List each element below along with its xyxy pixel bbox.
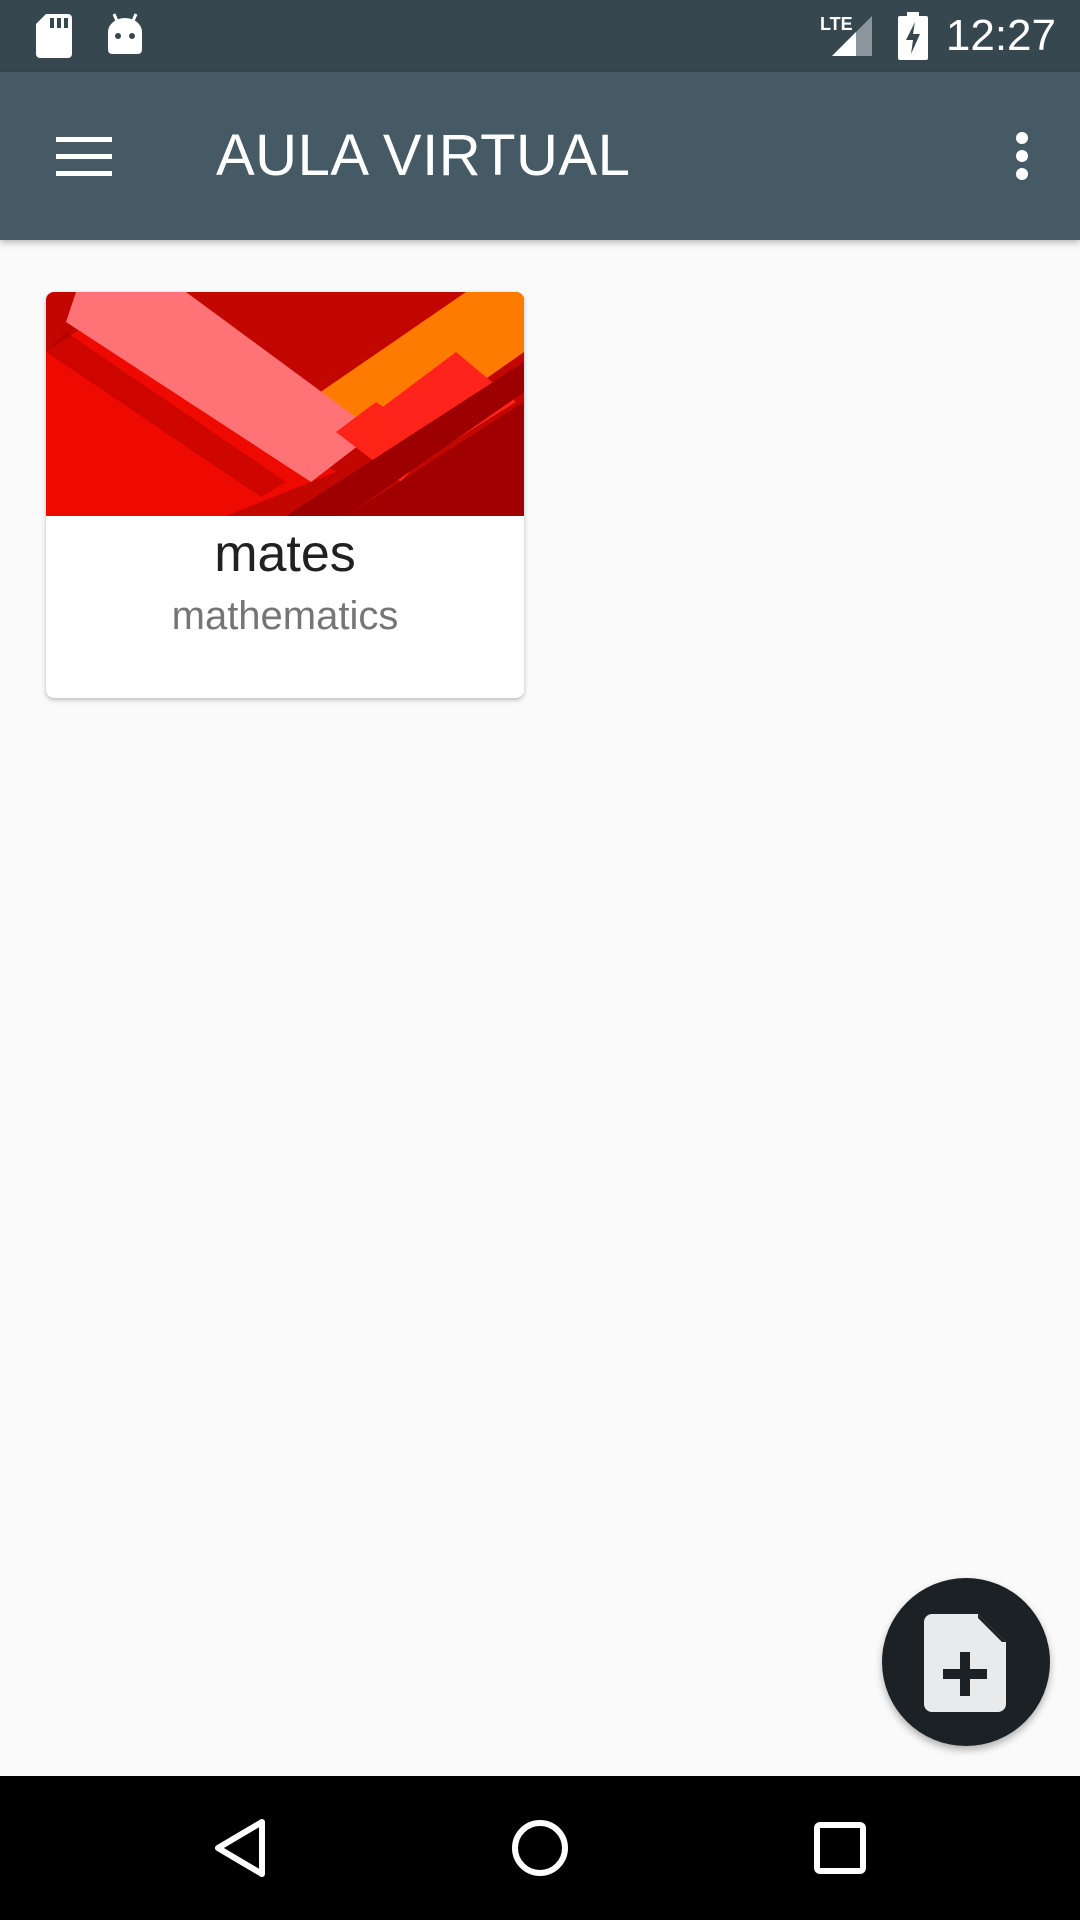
recents-button[interactable]: [804, 1812, 876, 1884]
android-debug-icon: [106, 12, 144, 61]
new-document-icon: [924, 1614, 1006, 1712]
menu-button[interactable]: [40, 112, 128, 200]
sd-card-icon: [36, 14, 72, 63]
back-icon: [215, 1819, 265, 1877]
new-course-fab[interactable]: [882, 1578, 1050, 1746]
course-name: mates: [214, 525, 356, 583]
battery-charging-icon: [898, 12, 928, 65]
status-bar: LTE 12:27: [0, 0, 1080, 72]
lte-signal-icon: LTE: [818, 12, 876, 63]
overflow-menu-button[interactable]: [986, 112, 1058, 200]
status-clock: 12:27: [945, 11, 1056, 60]
course-subject: mathematics: [171, 594, 399, 638]
app-bar: AULA VIRTUAL: [0, 72, 1080, 240]
page-title: AULA VIRTUAL: [216, 123, 631, 188]
back-button[interactable]: [206, 1812, 278, 1884]
home-icon: [512, 1820, 568, 1876]
home-button[interactable]: [504, 1812, 576, 1884]
course-banner-image: [46, 292, 524, 516]
system-nav-bar: [0, 1776, 1080, 1920]
course-card[interactable]: mates mathematics: [46, 292, 524, 698]
recents-icon: [814, 1822, 866, 1874]
menu-icon: [56, 137, 112, 176]
overflow-menu-icon: [1016, 132, 1028, 180]
network-label: LTE: [820, 14, 853, 34]
